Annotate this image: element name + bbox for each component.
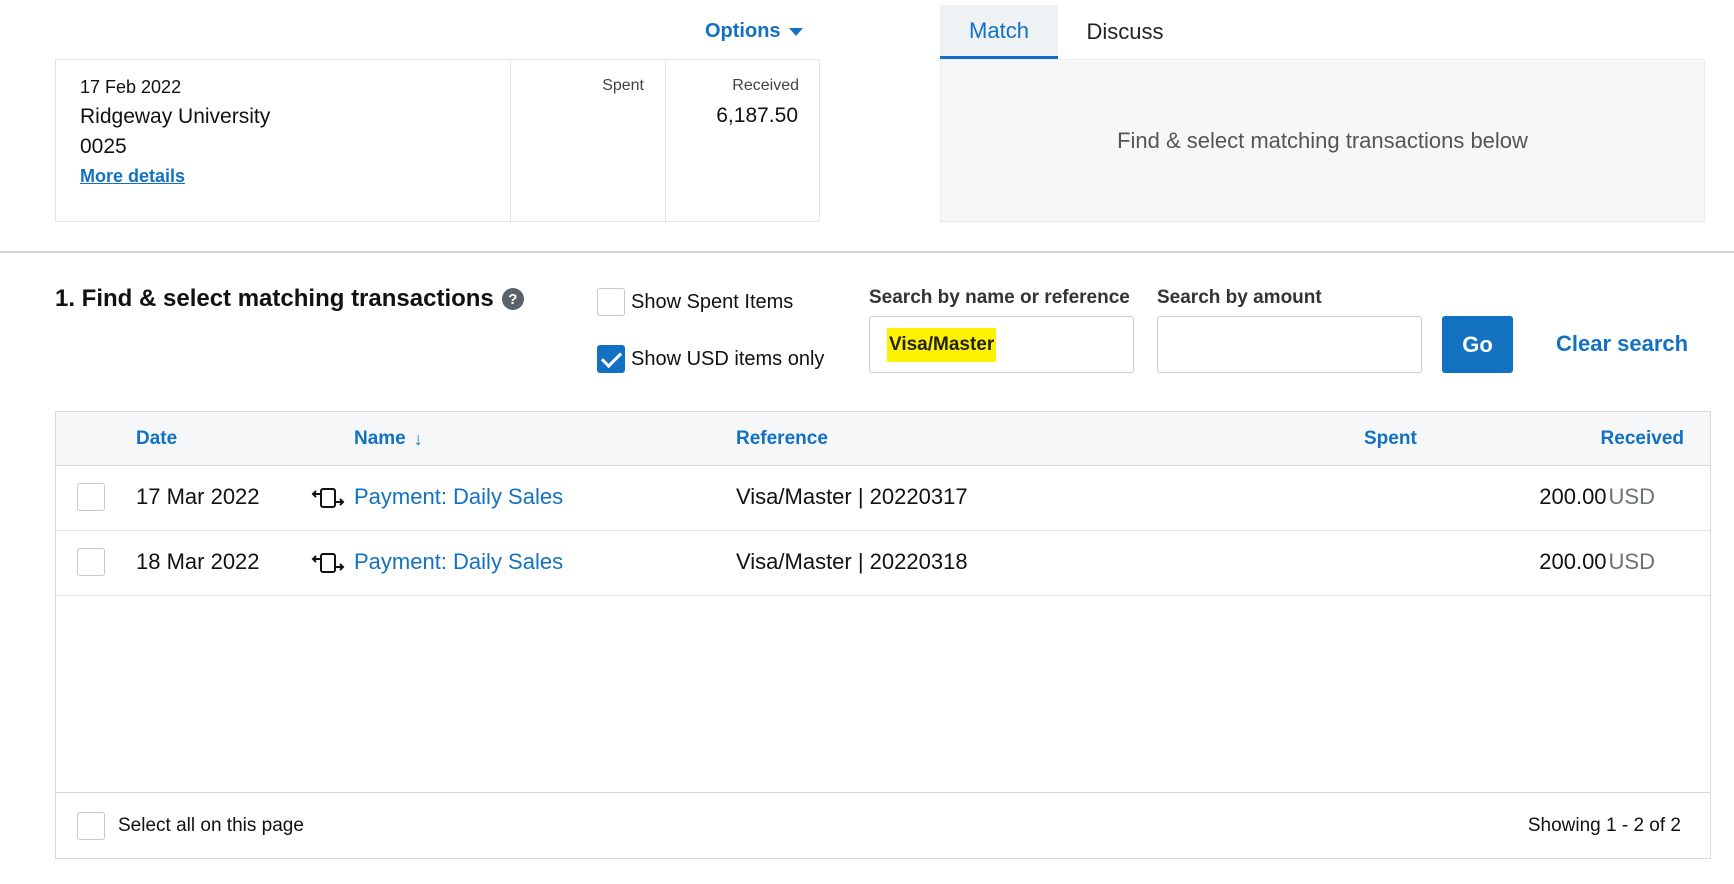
search-amount-input[interactable] — [1157, 316, 1422, 373]
select-all-label: Select all on this page — [118, 815, 304, 836]
tab-discuss[interactable]: Discuss — [1060, 5, 1190, 59]
column-header-reference[interactable]: Reference — [736, 428, 828, 450]
row-date: 17 Mar 2022 — [136, 484, 260, 509]
show-usd-label: Show USD items only — [631, 347, 825, 370]
tab-match[interactable]: Match — [940, 5, 1058, 59]
statement-spent-label: Spent — [602, 77, 644, 94]
column-header-spent[interactable]: Spent — [1364, 428, 1417, 450]
row-reference: Visa/Master | 20220318 — [736, 549, 968, 574]
find-section-title: 1. Find & select matching transactions ? — [55, 285, 524, 313]
options-label: Options — [705, 20, 781, 42]
column-header-received[interactable]: Received — [1601, 428, 1684, 450]
transfer-icon — [311, 553, 345, 573]
search-name-value: Visa/Master — [887, 327, 997, 362]
row-checkbox[interactable] — [77, 548, 105, 576]
table-row[interactable]: 18 Mar 2022 Payment: Daily Sales Visa/Ma… — [56, 531, 1710, 596]
row-received: 200.00USD — [1539, 549, 1655, 575]
statement-received-label: Received — [732, 77, 799, 94]
row-name-link[interactable]: Payment: Daily Sales — [354, 549, 563, 575]
show-spent-label: Show Spent Items — [631, 290, 794, 313]
pagination-summary: Showing 1 - 2 of 2 — [1527, 815, 1681, 836]
row-reference: Visa/Master | 20220317 — [736, 484, 968, 509]
statement-spent-column: Spent — [511, 60, 666, 221]
row-received-amount: 200.00 — [1539, 549, 1607, 574]
match-panel: Find & select matching transactions belo… — [940, 59, 1705, 222]
transactions-table: Date Name ↓ Reference Spent Received 17 … — [55, 411, 1711, 859]
show-spent-checkbox[interactable] — [597, 288, 625, 316]
transfer-icon — [311, 488, 345, 508]
caret-down-icon — [788, 27, 803, 36]
search-amount-label: Search by amount — [1157, 287, 1322, 308]
column-header-name[interactable]: Name ↓ — [354, 428, 423, 450]
table-row[interactable]: 17 Mar 2022 Payment: Daily Sales Visa/Ma… — [56, 466, 1710, 531]
row-received: 200.00USD — [1539, 484, 1655, 510]
show-usd-only-toggle[interactable]: Show USD items only — [597, 345, 824, 373]
more-details-link[interactable]: More details — [80, 166, 185, 187]
column-header-date[interactable]: Date — [136, 428, 177, 450]
row-received-amount: 200.00 — [1539, 484, 1607, 509]
statement-received-amount: 6,187.50 — [716, 104, 798, 127]
statement-payee: Ridgeway University — [80, 105, 271, 128]
clear-search-link[interactable]: Clear search — [1556, 331, 1688, 357]
go-button[interactable]: Go — [1442, 316, 1513, 373]
statement-details: 17 Feb 2022 Ridgeway University 0025 Mor… — [56, 60, 511, 221]
row-name-link[interactable]: Payment: Daily Sales — [354, 484, 563, 510]
row-date: 18 Mar 2022 — [136, 549, 260, 574]
search-name-label: Search by name or reference — [869, 287, 1130, 308]
statement-date: 17 Feb 2022 — [80, 77, 182, 97]
row-currency: USD — [1608, 549, 1655, 574]
section-divider — [0, 251, 1734, 253]
match-panel-text: Find & select matching transactions belo… — [1117, 127, 1528, 153]
row-checkbox[interactable] — [77, 483, 105, 511]
find-title-text: 1. Find & select matching transactions — [55, 285, 494, 312]
help-icon[interactable]: ? — [501, 288, 524, 310]
select-all-checkbox[interactable] — [77, 812, 105, 840]
show-spent-items-toggle[interactable]: Show Spent Items — [597, 288, 793, 316]
column-header-name-label: Name — [354, 428, 406, 449]
statement-reference: 0025 — [80, 135, 127, 158]
show-usd-checkbox[interactable] — [597, 345, 625, 373]
statement-received-column: Received 6,187.50 — [666, 60, 820, 221]
options-dropdown[interactable]: Options — [705, 20, 803, 43]
row-currency: USD — [1608, 484, 1655, 509]
table-header: Date Name ↓ Reference Spent Received — [56, 412, 1710, 466]
table-footer: Select all on this page Showing 1 - 2 of… — [56, 792, 1710, 858]
sort-down-arrow-icon: ↓ — [413, 428, 423, 449]
statement-line-card: 17 Feb 2022 Ridgeway University 0025 Mor… — [55, 59, 820, 222]
search-name-input[interactable]: Visa/Master — [869, 316, 1134, 373]
